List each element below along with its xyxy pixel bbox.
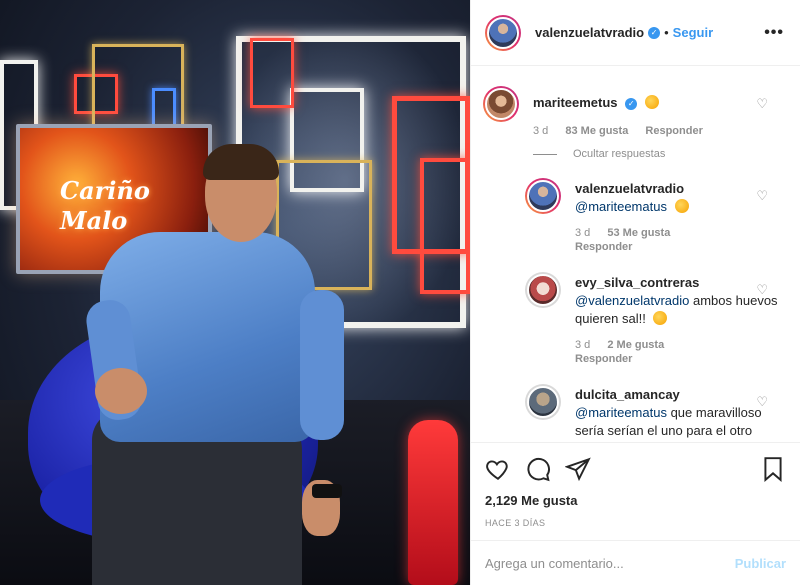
emoji-laughing-icon	[653, 311, 668, 325]
comment-meta: 3 d 83 Me gusta Responder	[533, 124, 784, 138]
show-logo-text: Cariño Malo	[60, 176, 150, 235]
add-comment-bar: Publicar	[471, 540, 800, 585]
person-arm-right	[300, 290, 344, 440]
share-icon[interactable]	[565, 456, 591, 482]
comment-likes[interactable]: 83 Me gusta	[565, 125, 628, 137]
wristwatch	[312, 484, 342, 498]
comment-icon[interactable]	[525, 456, 551, 482]
post-actions: 2,129 Me gusta HACE 3 DÍAS	[471, 442, 800, 528]
post-photo[interactable]: Cariño Malo	[0, 0, 470, 585]
heart-icon[interactable]	[485, 456, 511, 482]
reply-like-icon[interactable]: ♡	[756, 282, 768, 298]
more-options-icon[interactable]: •••	[764, 24, 784, 42]
red-glass	[408, 420, 458, 585]
author-username[interactable]: valenzuelatvradio	[535, 25, 644, 40]
author-avatar[interactable]	[485, 14, 521, 51]
reply-username[interactable]: evy_silva_contreras	[575, 275, 699, 290]
bookmark-icon[interactable]	[760, 456, 786, 482]
neon-frame-red-3	[250, 38, 294, 108]
reply-avatar[interactable]	[525, 178, 561, 214]
reply-meta: 3 d 2 Me gusta Responder	[575, 338, 784, 366]
hide-replies-label: Ocultar respuestas	[573, 148, 666, 160]
comment-time: 3 d	[533, 125, 549, 137]
comment-avatar[interactable]	[483, 86, 519, 122]
reply-username[interactable]: dulcita_amancay	[575, 387, 680, 402]
reply-button[interactable]: Responder	[575, 353, 632, 365]
toggle-line	[533, 153, 557, 155]
post-sidebar: valenzuelatvradio ✓ • Seguir ••• maritee…	[470, 0, 800, 585]
instagram-post: Cariño Malo valenzuelatvradio ✓ • Seguir…	[0, 0, 800, 585]
reply-like-icon[interactable]: ♡	[756, 188, 768, 204]
post-header: valenzuelatvradio ✓ • Seguir •••	[471, 0, 800, 66]
reply-meta: 3 d 53 Me gusta Responder	[575, 226, 784, 254]
post-timestamp[interactable]: HACE 3 DÍAS	[485, 518, 786, 528]
likes-count[interactable]: 2,129 Me gusta	[485, 493, 786, 508]
reply-mention[interactable]: @mariteematus	[575, 405, 667, 420]
action-icons	[485, 453, 786, 485]
reply-time: 3 d	[575, 339, 591, 351]
reply-like-icon[interactable]: ♡	[756, 394, 768, 410]
reply-time: 3 d	[575, 227, 591, 239]
publish-button[interactable]: Publicar	[735, 556, 786, 571]
verified-badge-icon: ✓	[625, 97, 638, 110]
reply-mention[interactable]: @valenzuelatvradio	[575, 293, 689, 308]
comments-list[interactable]: mariteemetus ✓ 3 d 83 Me gusta Responder…	[471, 66, 800, 442]
reply-username[interactable]: valenzuelatvradio	[575, 181, 684, 196]
emoji-star-struck-icon	[644, 95, 659, 109]
reply-avatar[interactable]	[525, 384, 561, 420]
reply-item: dulcita_amancay @mariteematus que maravi…	[525, 384, 784, 440]
replies-list: valenzuelatvradio @mariteematus 3 d 53 M…	[483, 178, 784, 440]
neon-frame-blue	[152, 88, 176, 128]
reply-button[interactable]: Responder	[645, 125, 702, 137]
hide-replies-button[interactable]: Ocultar respuestas	[533, 148, 784, 160]
person-hair	[203, 144, 279, 180]
comment-item: mariteemetus ✓ 3 d 83 Me gusta Responder…	[483, 86, 784, 138]
person-hand-left	[95, 368, 147, 414]
reply-likes[interactable]: 53 Me gusta	[607, 227, 670, 239]
verified-badge-icon: ✓	[648, 26, 661, 39]
comment-like-icon[interactable]: ♡	[756, 96, 768, 112]
neon-frame-red-2	[420, 158, 470, 294]
reply-button[interactable]: Responder	[575, 241, 632, 253]
reply-item: evy_silva_contreras @valenzuelatvradio a…	[525, 272, 784, 366]
follow-button[interactable]: Seguir	[673, 25, 713, 40]
separator-dot: •	[664, 25, 669, 40]
comment-input[interactable]	[485, 555, 735, 571]
comment-username[interactable]: mariteemetus	[533, 95, 618, 110]
reply-likes[interactable]: 2 Me gusta	[607, 339, 664, 351]
reply-avatar[interactable]	[525, 272, 561, 308]
reply-mention[interactable]: @mariteematus	[575, 199, 667, 214]
reply-item: valenzuelatvradio @mariteematus 3 d 53 M…	[525, 178, 784, 254]
emoji-kissing-icon	[674, 199, 689, 213]
